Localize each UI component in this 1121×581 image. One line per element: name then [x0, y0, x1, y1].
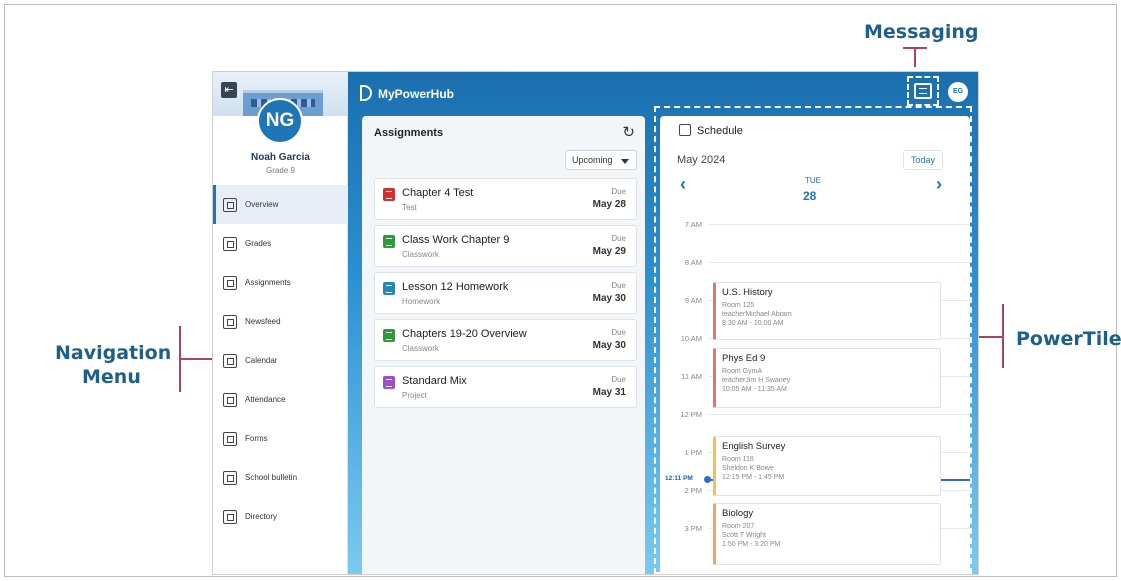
- app-window: ⇤ NG Noah Garcia Grade 9 Overview Grades…: [213, 72, 978, 574]
- nav-item-label: Calendar: [245, 356, 278, 365]
- user-grade: Grade 9: [266, 166, 295, 175]
- nav-item-label: Forms: [245, 434, 268, 443]
- assignment-category: Classwork: [402, 344, 439, 353]
- clipboard-icon: [383, 329, 395, 342]
- calendar-icon: [223, 353, 237, 368]
- clipboard-icon: [383, 235, 395, 248]
- nav-item-label: Attendance: [245, 395, 286, 404]
- due-date: May 31: [592, 387, 626, 398]
- nav-item-newsfeed[interactable]: Newsfeed: [213, 302, 348, 341]
- assignment-title: Chapter 4 Test: [402, 187, 474, 199]
- navigation-callout-line1: Navigation: [55, 342, 172, 364]
- megaphone-icon: [223, 470, 237, 485]
- assignments-icon: [223, 275, 237, 290]
- powertile-callout-bracket: [1002, 304, 1004, 368]
- nav-item-label: Grades: [245, 239, 272, 248]
- nav-item-directory[interactable]: Directory: [213, 497, 348, 536]
- grades-icon: [223, 236, 237, 251]
- forms-icon: [223, 431, 237, 446]
- nav-item-label: School bulletin: [245, 473, 298, 482]
- caret-down-icon: [621, 159, 629, 164]
- due-date: May 30: [592, 293, 626, 304]
- directory-icon: [223, 509, 237, 524]
- assignment-category: Homework: [402, 297, 441, 306]
- nav-item-assignments[interactable]: Assignments: [213, 263, 348, 302]
- nav-item-calendar[interactable]: Calendar: [213, 341, 348, 380]
- user-name: Noah Garcia: [251, 152, 310, 163]
- due-date: May 28: [592, 199, 626, 210]
- main-area: MyPowerHub EG Assignments ↻ Upcoming Cha…: [348, 72, 978, 574]
- assignment-title: Standard Mix: [402, 375, 467, 387]
- nav-item-forms[interactable]: Forms: [213, 419, 348, 458]
- assignment-category: Project: [402, 391, 427, 400]
- powerschool-logo-icon: [360, 85, 372, 101]
- navigation-callout-line2: Menu: [82, 366, 141, 388]
- attendance-icon: [223, 392, 237, 407]
- navigation-menu: Overview Grades Assignments Newsfeed Cal…: [213, 185, 348, 536]
- assignment-category: Classwork: [402, 250, 439, 259]
- refresh-icon[interactable]: ↻: [622, 123, 635, 141]
- navigation-callout-line: [179, 358, 214, 360]
- filter-value: Upcoming: [572, 155, 613, 165]
- assignment-card[interactable]: Class Work Chapter 9 Classwork Due May 29: [374, 225, 637, 267]
- assignments-panel: Assignments ↻ Upcoming Chapter 4 Test Tes…: [362, 116, 645, 574]
- nav-item-attendance[interactable]: Attendance: [213, 380, 348, 419]
- assignment-title: Class Work Chapter 9: [402, 234, 510, 246]
- account-avatar[interactable]: EG: [948, 82, 968, 102]
- clipboard-icon: [383, 376, 395, 389]
- due-label: Due: [611, 234, 626, 243]
- overview-icon: [223, 197, 237, 212]
- due-label: Due: [611, 375, 626, 384]
- due-date: May 30: [592, 340, 626, 351]
- clipboard-icon: [383, 282, 395, 295]
- nav-item-school-bulletin[interactable]: School bulletin: [213, 458, 348, 497]
- sidebar: ⇤ NG Noah Garcia Grade 9 Overview Grades…: [213, 72, 348, 574]
- assignment-category: Test: [402, 203, 417, 212]
- user-avatar[interactable]: NG: [257, 98, 303, 144]
- assignment-filter-select[interactable]: Upcoming: [565, 150, 637, 170]
- assignments-title: Assignments: [374, 127, 444, 139]
- due-date: May 29: [592, 246, 626, 257]
- nav-item-label: Directory: [245, 512, 278, 521]
- nav-item-overview[interactable]: Overview: [213, 185, 348, 224]
- brand-title: MyPowerHub: [378, 87, 455, 101]
- assignment-card[interactable]: Chapters 19-20 Overview Classwork Due May 3…: [374, 319, 637, 361]
- due-label: Due: [611, 328, 626, 337]
- nav-item-grades[interactable]: Grades: [213, 224, 348, 263]
- assignment-title: Lesson 12 Homework: [402, 281, 509, 293]
- messaging-callout: Messaging: [864, 21, 979, 43]
- newsfeed-icon: [223, 314, 237, 329]
- messaging-highlight: [907, 76, 939, 106]
- due-label: Due: [611, 187, 626, 196]
- assignment-title: Chapters 19-20 Overview: [402, 328, 527, 340]
- nav-item-label: Assignments: [245, 278, 291, 287]
- messaging-callout-cap: [903, 47, 927, 49]
- nav-item-label: Newsfeed: [245, 317, 281, 326]
- collapse-menu-icon[interactable]: ⇤: [221, 82, 237, 98]
- assignment-card[interactable]: Standard Mix Project Due May 31: [374, 366, 637, 408]
- clipboard-icon: [383, 188, 395, 201]
- due-label: Due: [611, 281, 626, 290]
- nav-item-label: Overview: [245, 200, 279, 209]
- assignment-card[interactable]: Lesson 12 Homework Homework Due May 30: [374, 272, 637, 314]
- assignment-list: Chapter 4 Test Test Due May 28 Class Work Ch…: [374, 178, 637, 413]
- messaging-callout-line: [914, 47, 916, 67]
- assignment-card[interactable]: Chapter 4 Test Test Due May 28: [374, 178, 637, 220]
- powertile-highlight: [654, 106, 972, 574]
- powertile-callout: PowerTile: [1016, 328, 1121, 350]
